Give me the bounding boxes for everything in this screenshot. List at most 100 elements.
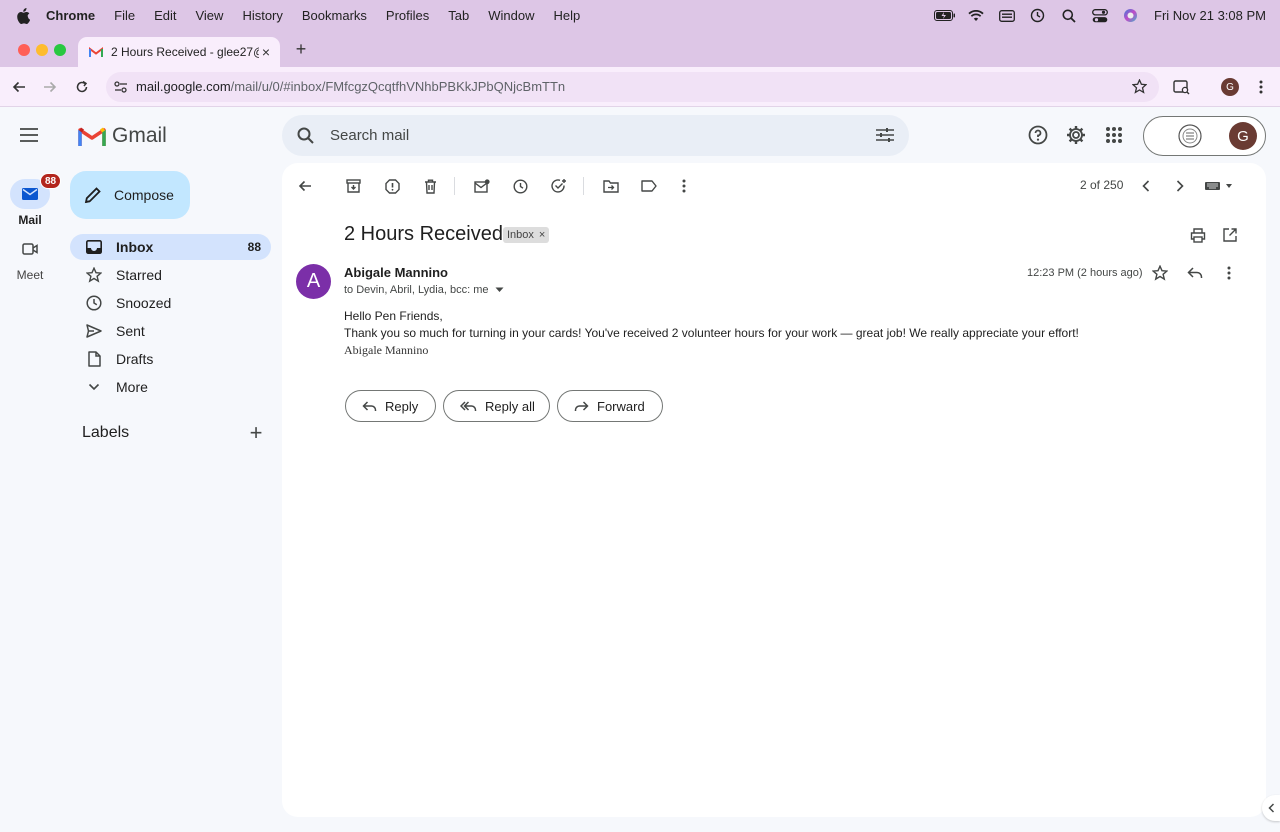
menu-bookmarks[interactable]: Bookmarks bbox=[302, 8, 367, 23]
account-switcher[interactable]: G bbox=[1143, 116, 1266, 156]
back-to-inbox-icon[interactable] bbox=[295, 176, 315, 196]
google-apps-icon[interactable] bbox=[1103, 124, 1125, 146]
remove-label-icon[interactable]: × bbox=[539, 229, 545, 241]
new-tab-button[interactable]: + bbox=[292, 40, 310, 58]
macos-menu-bar: Chrome File Edit View History Bookmarks … bbox=[0, 0, 1280, 31]
menu-edit[interactable]: Edit bbox=[154, 8, 176, 23]
inbox-count: 88 bbox=[247, 240, 261, 254]
message-view: 2 of 250 2 Hours Received Inbox × A Abig… bbox=[282, 163, 1266, 817]
toolbar-divider bbox=[454, 177, 455, 195]
sidebar-item-drafts[interactable]: Drafts bbox=[70, 346, 271, 372]
chrome-profile-avatar[interactable]: G bbox=[1220, 77, 1240, 97]
menu-window[interactable]: Window bbox=[488, 8, 534, 23]
reload-icon[interactable] bbox=[72, 77, 92, 97]
input-tools-keyboard-icon[interactable] bbox=[1204, 176, 1234, 196]
archive-icon[interactable] bbox=[343, 176, 363, 196]
wifi-icon[interactable] bbox=[960, 9, 991, 22]
add-label-icon[interactable]: + bbox=[246, 422, 266, 444]
bookmark-star-icon[interactable] bbox=[1132, 79, 1147, 94]
side-panel-toggle[interactable] bbox=[1262, 795, 1280, 821]
body-text: Thank you so much for turning in your ca… bbox=[344, 326, 1079, 340]
sender-name[interactable]: Abigale Mannino bbox=[344, 265, 448, 280]
main-menu-icon[interactable] bbox=[20, 128, 38, 142]
more-options-icon[interactable] bbox=[674, 176, 694, 196]
spotlight-search-icon[interactable] bbox=[1053, 9, 1084, 23]
keyboard-input-icon[interactable] bbox=[991, 9, 1022, 22]
menu-help[interactable]: Help bbox=[554, 8, 581, 23]
recipients-text: to Devin, Abril, Lydia, bcc: me bbox=[344, 284, 489, 296]
label-tag-icon[interactable] bbox=[639, 176, 659, 196]
reply-button[interactable]: Reply bbox=[345, 390, 436, 422]
gmail-logo[interactable]: Gmail bbox=[78, 124, 167, 148]
sender-avatar[interactable]: A bbox=[296, 264, 331, 299]
sidebar-item-inbox[interactable]: Inbox 88 bbox=[70, 234, 271, 260]
label-chip-text: Inbox bbox=[507, 229, 534, 241]
rail-mail[interactable]: 88 Mail bbox=[0, 173, 62, 227]
reply-all-label: Reply all bbox=[485, 398, 535, 414]
chrome-menu-icon[interactable] bbox=[1251, 77, 1271, 97]
sidebar-item-snoozed[interactable]: Snoozed bbox=[70, 290, 271, 316]
older-chevron-right-icon[interactable] bbox=[1170, 176, 1190, 196]
time-machine-icon[interactable] bbox=[1022, 8, 1053, 23]
snooze-clock-icon[interactable] bbox=[510, 176, 530, 196]
siri-icon[interactable] bbox=[1115, 8, 1146, 23]
chevron-left-icon bbox=[1267, 803, 1275, 813]
rail-meet-label: Meet bbox=[16, 268, 44, 282]
reply-label: Reply bbox=[385, 398, 419, 414]
star-message-icon[interactable] bbox=[1150, 263, 1170, 283]
star-icon bbox=[84, 267, 104, 283]
menu-profiles[interactable]: Profiles bbox=[386, 8, 429, 23]
sidebar-item-starred[interactable]: Starred bbox=[70, 262, 271, 288]
window-zoom-button[interactable] bbox=[54, 44, 66, 56]
menu-view[interactable]: View bbox=[195, 8, 223, 23]
sidebar-item-sent[interactable]: Sent bbox=[70, 318, 271, 344]
help-icon[interactable] bbox=[1027, 124, 1049, 146]
message-pager: 2 of 250 bbox=[1080, 178, 1124, 192]
account-avatar: G bbox=[1229, 122, 1257, 150]
address-bar[interactable]: mail.google.com/mail/u/0/#inbox/FMfcgzQc… bbox=[106, 72, 1159, 102]
site-settings-icon[interactable] bbox=[113, 79, 129, 95]
menu-app-name[interactable]: Chrome bbox=[46, 8, 95, 23]
print-icon[interactable] bbox=[1188, 225, 1208, 245]
apple-icon[interactable] bbox=[16, 7, 36, 24]
recipients-line[interactable]: to Devin, Abril, Lydia, bcc: me bbox=[344, 284, 504, 296]
mark-unread-icon[interactable] bbox=[472, 176, 492, 196]
search-options-icon[interactable] bbox=[876, 127, 894, 143]
menu-history[interactable]: History bbox=[242, 8, 282, 23]
compose-button[interactable]: Compose bbox=[70, 171, 190, 219]
control-center-icon[interactable] bbox=[1084, 8, 1115, 23]
newer-chevron-left-icon[interactable] bbox=[1136, 176, 1156, 196]
sidebar-item-label: Starred bbox=[116, 267, 162, 283]
battery-icon[interactable] bbox=[929, 10, 960, 21]
back-arrow-icon[interactable] bbox=[9, 77, 29, 97]
reply-arrow-icon[interactable] bbox=[1185, 263, 1205, 283]
settings-gear-icon[interactable] bbox=[1065, 124, 1087, 146]
forward-label: Forward bbox=[597, 398, 645, 414]
rail-meet[interactable]: Meet bbox=[0, 234, 60, 282]
open-in-new-window-icon[interactable] bbox=[1220, 225, 1240, 245]
message-body: Hello Pen Friends, Thank you so much for… bbox=[344, 308, 1079, 359]
move-to-folder-icon[interactable] bbox=[601, 176, 621, 196]
tab-close-icon[interactable]: × bbox=[258, 44, 274, 60]
window-close-button[interactable] bbox=[18, 44, 30, 56]
url-path: /mail/u/0/#inbox/FMfcgzQcqtfhVNhbPBKkJPb… bbox=[230, 79, 566, 94]
message-more-icon[interactable] bbox=[1219, 263, 1239, 283]
menu-file[interactable]: File bbox=[114, 8, 135, 23]
window-minimize-button[interactable] bbox=[36, 44, 48, 56]
sidebar-item-label: More bbox=[116, 379, 148, 395]
browser-toolbar: mail.google.com/mail/u/0/#inbox/FMfcgzQc… bbox=[0, 67, 1280, 107]
tab-search-icon[interactable] bbox=[1172, 77, 1192, 97]
search-icon[interactable] bbox=[297, 127, 314, 144]
search-mail-field[interactable]: Search mail bbox=[282, 115, 909, 156]
add-to-tasks-icon[interactable] bbox=[549, 176, 569, 196]
forward-button[interactable]: Forward bbox=[557, 390, 663, 422]
report-spam-icon[interactable] bbox=[382, 176, 402, 196]
delete-trash-icon[interactable] bbox=[420, 176, 440, 196]
reply-all-button[interactable]: Reply all bbox=[443, 390, 550, 422]
forward-arrow-icon[interactable] bbox=[40, 77, 60, 97]
sidebar-item-more[interactable]: More bbox=[70, 374, 271, 400]
browser-tab-active[interactable]: 2 Hours Received - glee27@g × bbox=[78, 37, 280, 67]
menu-tab[interactable]: Tab bbox=[448, 8, 469, 23]
show-details-caret-icon[interactable] bbox=[495, 287, 504, 293]
menu-clock[interactable]: Fri Nov 21 3:08 PM bbox=[1154, 8, 1266, 23]
